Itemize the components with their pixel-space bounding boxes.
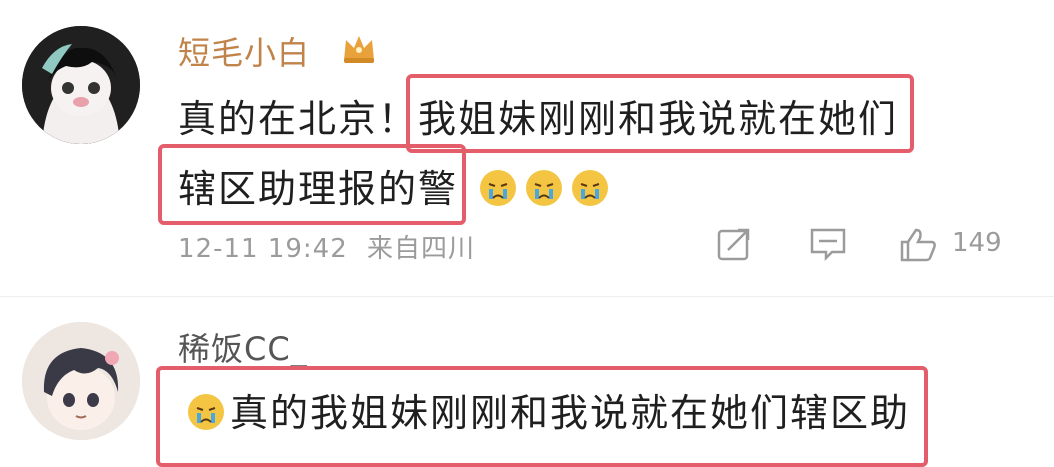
comment-text: 真的在北京！ (178, 97, 419, 141)
crying-emoji-icon (188, 394, 224, 430)
highlighted-text: 辖区助理报的警 (158, 144, 467, 225)
comment-item: 短毛小白 真的在北京！ 我姐妹刚刚和我说就在她们 辖区助理报的警 12-11 1… (0, 0, 1054, 300)
comment-text-line-1: 真的在北京！ 我姐妹刚刚和我说就在她们 (178, 74, 915, 153)
highlighted-text-content: 我姐妹刚刚和我说就在她们 (418, 97, 899, 141)
username[interactable]: 短毛小白 (178, 28, 310, 74)
source-location: 来自四川 (367, 234, 476, 264)
crying-emoji-icon (526, 170, 563, 206)
crying-emoji-icon (480, 170, 517, 206)
crown-icon (344, 36, 374, 63)
share-icon[interactable] (714, 224, 754, 264)
divider (0, 296, 1054, 297)
username[interactable]: 稀饭CC_ (178, 324, 308, 370)
highlighted-text-content: 辖区助理报的警 (178, 167, 459, 211)
crying-emoji-icon (572, 170, 609, 206)
timestamp: 12-11 19:42 (178, 234, 348, 264)
highlighted-text: 我姐妹刚刚和我说就在她们 (406, 74, 915, 153)
like-count: 149 (952, 228, 1002, 258)
comment-text-line-2: 辖区助理报的警 (158, 144, 610, 225)
comment-reply-icon[interactable] (806, 224, 850, 264)
comment-meta: 12-11 19:42 来自四川 (178, 228, 475, 265)
avatar[interactable] (22, 322, 140, 440)
highlighted-text: 真的我姐妹刚刚和我说就在她们辖区助 (156, 366, 929, 467)
comment-text-line: 真的我姐妹刚刚和我说就在她们辖区助 (156, 366, 929, 467)
avatar[interactable] (22, 26, 140, 144)
like-icon[interactable] (896, 224, 940, 264)
highlighted-text-content: 真的我姐妹刚刚和我说就在她们辖区助 (230, 391, 911, 435)
